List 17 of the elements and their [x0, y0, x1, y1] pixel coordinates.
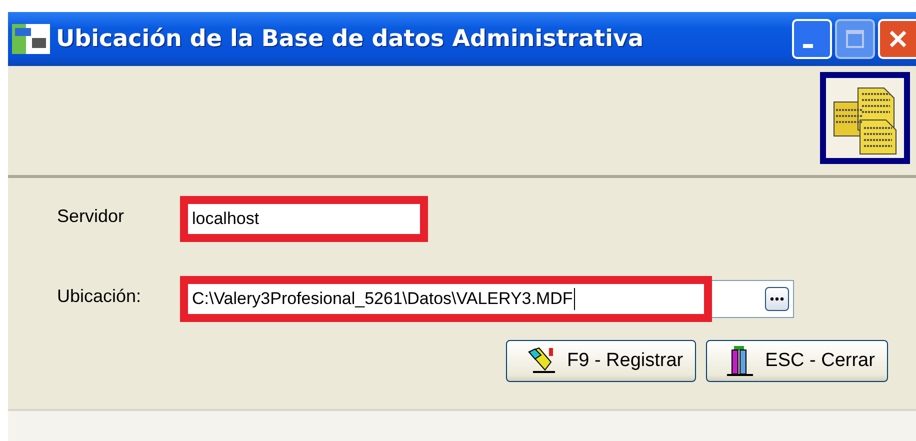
register-button[interactable]: F9 - Registrar [506, 340, 696, 382]
documents-icon [820, 72, 910, 164]
browse-button[interactable] [765, 287, 789, 311]
input-field[interactable]: localhost [180, 196, 428, 242]
close-button[interactable] [878, 19, 916, 59]
ellipsis-icon [769, 296, 785, 302]
close-icon [888, 29, 908, 49]
maximize-icon [845, 29, 865, 49]
door-icon [725, 345, 756, 377]
window-title: Ubicación de la Base de datos Administrativa [56, 26, 645, 52]
field-label: Ubicación: [57, 285, 142, 307]
minimize-button[interactable] [792, 19, 832, 59]
input-field[interactable]: C:\Valery3Profesional_5261\Datos\VALERY3.MDF [180, 276, 712, 322]
field-label: Servidor [57, 205, 126, 227]
app-icon [12, 24, 50, 54]
close-dialog-button[interactable]: ESC - Cerrar [706, 340, 888, 382]
minimize-icon [803, 44, 813, 48]
